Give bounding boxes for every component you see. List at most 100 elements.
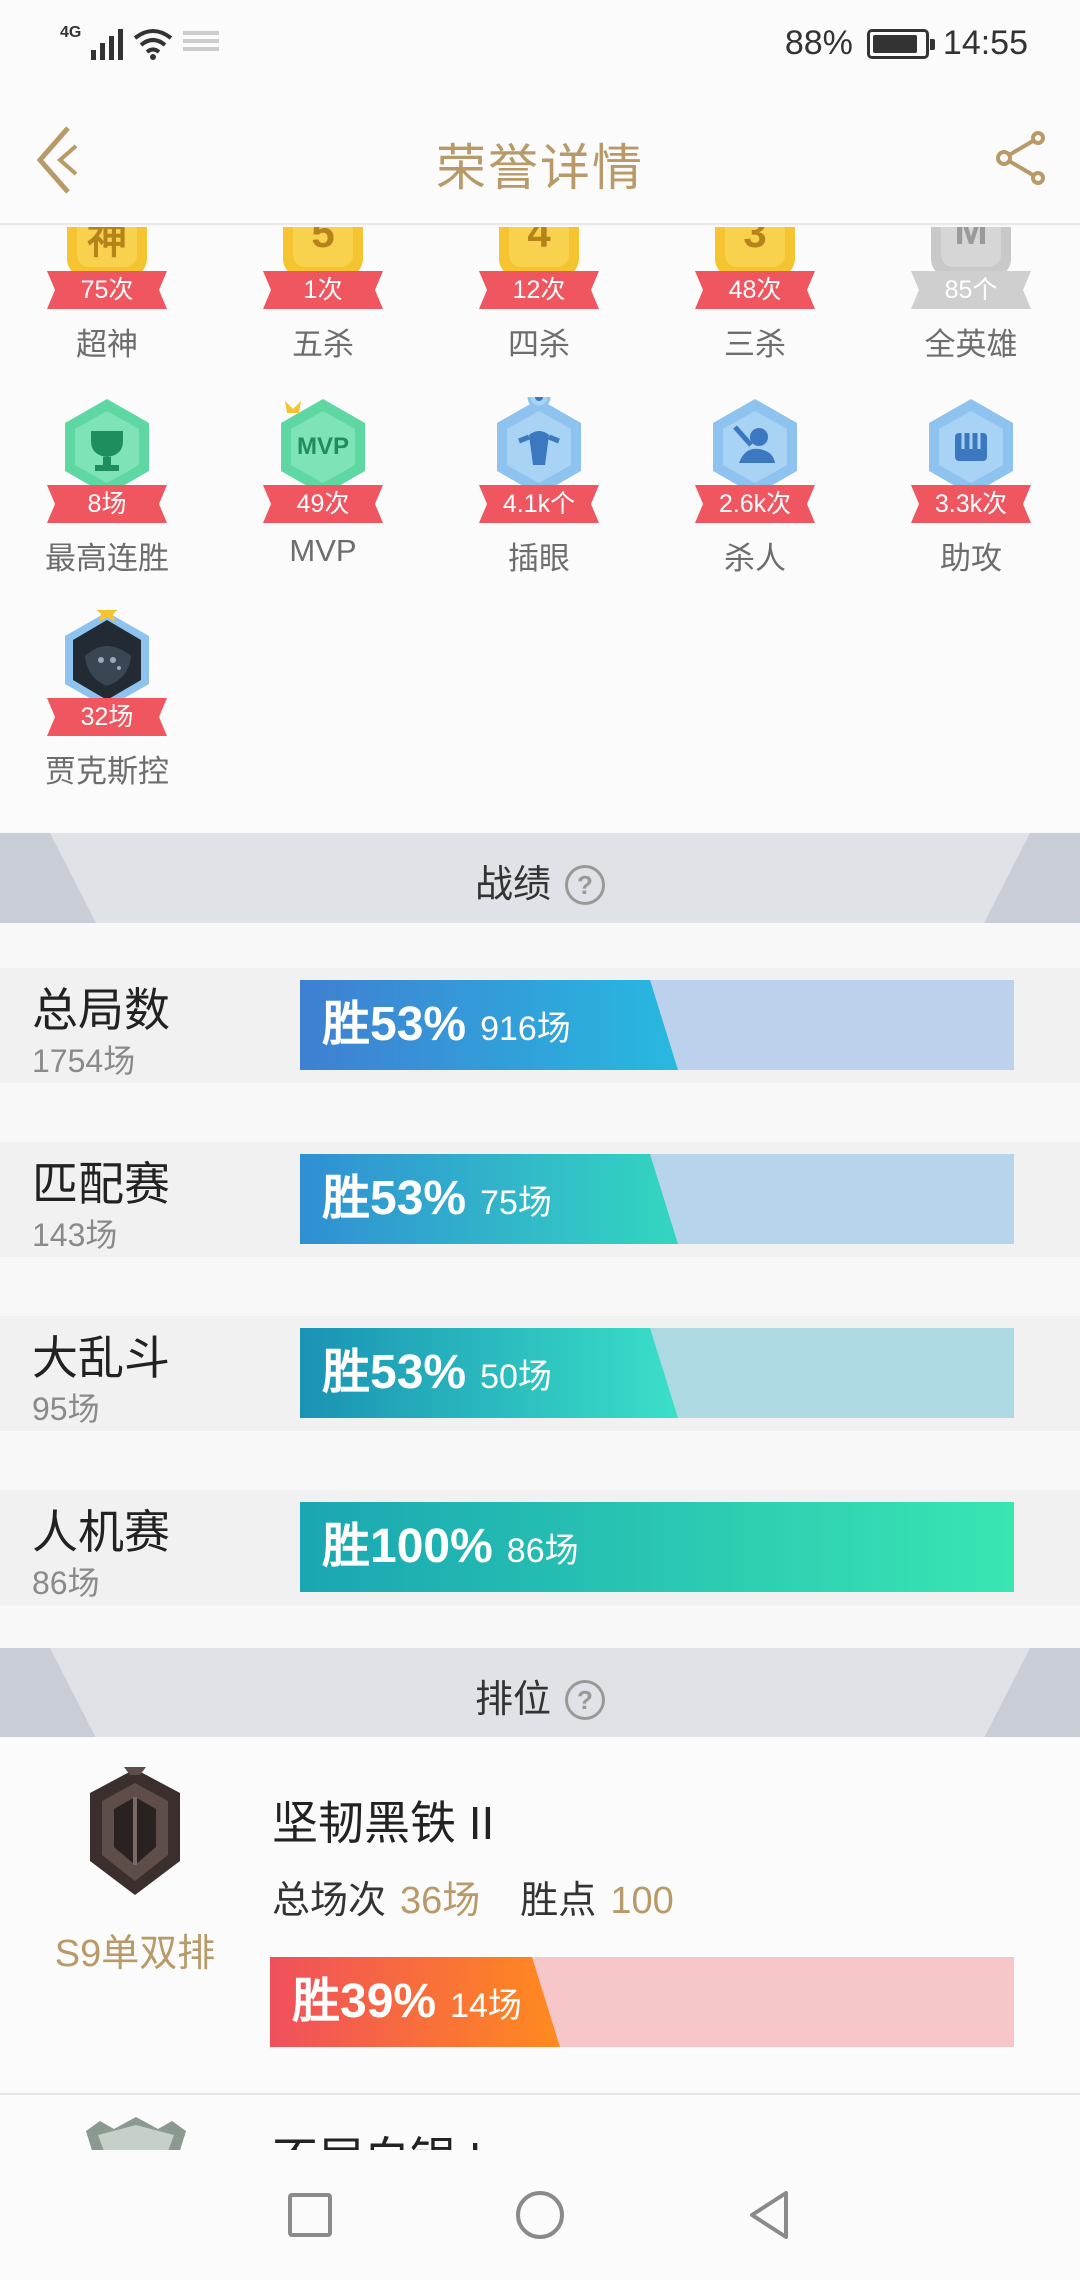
honor-badge-quadrakill[interactable]: 4 12次 四杀 <box>464 227 614 362</box>
total-games-label: 总场次 <box>272 1880 387 1922</box>
honor-value: 3.3k次 <box>934 490 1008 518</box>
honor-grid: 神 75次 超神 5 1次 五杀 4 12次 四杀 3 48次 三杀 M 85个… <box>0 227 1080 832</box>
win-games: 916场 <box>480 1010 571 1048</box>
home-button[interactable] <box>510 2185 570 2245</box>
win-games: 50场 <box>480 1358 552 1396</box>
page-title: 荣誉详情 <box>436 140 644 196</box>
stat-name: 人机赛 <box>32 1506 170 1558</box>
section-title: 排位 <box>474 1679 551 1721</box>
stat-row-aram[interactable]: 大乱斗 95场 胜53% 50场 <box>0 1316 1080 1431</box>
honor-value: 75次 <box>80 276 134 304</box>
stat-name: 匹配赛 <box>32 1158 170 1210</box>
battery-icon <box>866 28 935 59</box>
honor-badge-all-heroes[interactable]: M 85个 全英雄 <box>896 227 1046 362</box>
header: 荣誉详情 <box>0 90 1080 225</box>
rank-title: 坚韧黑铁 II <box>272 1797 495 1849</box>
status-left: 4G <box>60 24 220 60</box>
honor-value: 49次 <box>296 490 350 518</box>
honor-label: 贾克斯控 <box>45 754 169 789</box>
recents-button[interactable] <box>280 2185 340 2245</box>
honor-badge-pentakill[interactable]: 5 1次 五杀 <box>248 227 398 362</box>
back-nav-button[interactable] <box>740 2185 800 2245</box>
honor-value: 32场 <box>80 703 134 731</box>
silver-rank-emblem-icon <box>86 2117 186 2150</box>
honor-label: 杀人 <box>724 541 786 576</box>
wifi-icon <box>133 28 173 60</box>
trophy-icon <box>57 397 157 497</box>
win-percent: 胜100% <box>322 1520 493 1573</box>
stats-section-header: 战绩? <box>0 833 1080 923</box>
honor-label: MVP <box>289 533 357 568</box>
share-button[interactable] <box>994 130 1050 186</box>
ranked-entry-next[interactable]: 不屈白银 I <box>0 2095 1080 2150</box>
honor-value: 4.1k个 <box>502 490 576 518</box>
win-rate-bar: 胜100% 86场 <box>300 1502 1014 1592</box>
mvp-medal-icon: MVP <box>273 397 373 497</box>
win-percent: 胜53% <box>322 1172 467 1225</box>
league-points-value: 100 <box>610 1880 674 1922</box>
stat-row-total[interactable]: 总局数 1754场 胜53% 916场 <box>0 968 1080 1083</box>
stat-row-matchmade[interactable]: 匹配赛 143场 胜53% 75场 <box>0 1142 1080 1257</box>
honor-badge-wards[interactable]: 4.1k个 插眼 <box>464 385 614 576</box>
ranked-entry[interactable]: S9单双排 坚韧黑铁 II 总场次 36场 胜点 100 胜39% 14场 <box>0 1737 1080 2092</box>
win-rate-bar: 胜53% 916场 <box>300 980 1014 1070</box>
signal-icon <box>91 26 124 60</box>
help-icon[interactable]: ? <box>565 865 605 905</box>
win-games: 14场 <box>450 1987 522 2025</box>
stat-row-bots[interactable]: 人机赛 86场 胜100% 86场 <box>0 1490 1080 1605</box>
iron-rank-emblem-icon <box>80 1761 190 1897</box>
honor-value: 8场 <box>87 490 127 518</box>
honor-label: 三杀 <box>724 327 786 362</box>
stat-count: 95场 <box>32 1391 100 1427</box>
help-icon[interactable]: ? <box>565 1680 605 1720</box>
rank-title: 不屈白银 I <box>272 2123 482 2150</box>
honor-badge-champion-mastery[interactable]: 32场 贾克斯控 <box>32 600 182 789</box>
assist-icon <box>921 397 1021 497</box>
honor-label: 最高连胜 <box>45 541 169 576</box>
honor-label: 插眼 <box>508 541 570 576</box>
honor-badge-legendary[interactable]: 神 75次 超神 <box>32 227 182 362</box>
stat-count: 1754场 <box>32 1043 136 1079</box>
win-games: 75场 <box>480 1184 552 1222</box>
rank-info: 总场次 36场 胜点 100 <box>272 1869 714 1924</box>
honor-label: 四杀 <box>508 327 570 362</box>
stat-count: 143场 <box>32 1217 118 1253</box>
win-rate-bar: 胜53% 75场 <box>300 1154 1014 1244</box>
total-games-value: 36场 <box>400 1880 481 1922</box>
ranked-win-rate-bar: 胜39% 14场 <box>270 1957 1014 2047</box>
system-nav-bar <box>0 2150 1080 2280</box>
honor-badge-win-streak[interactable]: 8场 最高连胜 <box>32 397 182 576</box>
clock: 14:55 <box>942 24 1028 62</box>
kill-icon <box>705 397 805 497</box>
honor-label: 全英雄 <box>924 327 1018 362</box>
champion-portrait-icon <box>57 600 157 710</box>
league-points-label: 胜点 <box>520 1880 597 1922</box>
ward-icon <box>489 385 589 497</box>
honor-value: 1次 <box>303 276 343 304</box>
win-percent: 胜53% <box>322 998 467 1051</box>
honor-value: 48次 <box>728 276 782 304</box>
stat-count: 86场 <box>32 1565 100 1601</box>
win-percent: 胜39% <box>292 1975 437 2028</box>
section-title: 战绩 <box>474 864 551 906</box>
stat-name: 大乱斗 <box>32 1332 170 1384</box>
honor-badge-assists[interactable]: 3.3k次 助攻 <box>896 397 1046 576</box>
circle-icon <box>516 2191 564 2239</box>
ranked-section-header: 排位? <box>0 1648 1080 1738</box>
honor-label: 五杀 <box>292 327 354 362</box>
square-icon <box>288 2193 332 2237</box>
honor-value: 2.6k次 <box>718 490 792 518</box>
win-percent: 胜53% <box>322 1346 467 1399</box>
share-icon <box>996 131 1045 185</box>
honor-badge-mvp[interactable]: MVP 49次 MVP <box>248 397 398 568</box>
win-rate-bar: 胜53% 50场 <box>300 1328 1014 1418</box>
rank-season: S9单双排 <box>54 1933 216 1975</box>
honor-value: 85个 <box>944 276 998 304</box>
honor-badge-triplekill[interactable]: 3 48次 三杀 <box>680 227 830 362</box>
win-games: 86场 <box>506 1532 579 1570</box>
network-type: 4G <box>60 24 82 41</box>
honor-badge-kills[interactable]: 2.6k次 杀人 <box>680 397 830 576</box>
honor-value: 12次 <box>512 276 566 304</box>
honor-label: 超神 <box>76 327 138 362</box>
status-right: 88% 14:55 <box>785 24 1028 63</box>
